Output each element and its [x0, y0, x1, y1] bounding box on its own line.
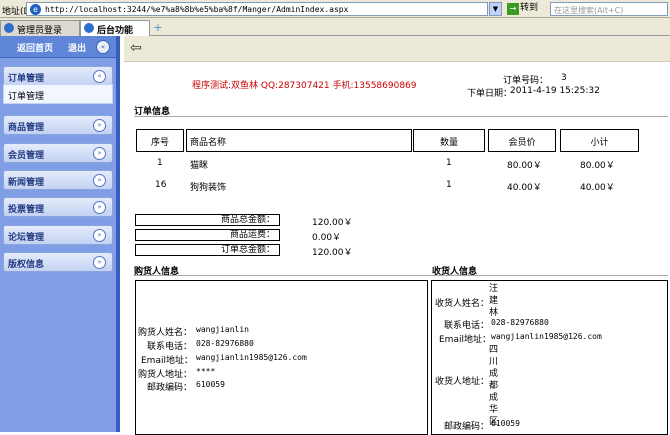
menu-label: 会员管理: [8, 151, 45, 161]
buyer-name-label: 购货人姓名：: [138, 328, 193, 338]
menu-product[interactable]: 商品管理 »: [3, 115, 113, 135]
tab-admin-login[interactable]: 管理员登录: [0, 20, 80, 36]
divider: [134, 116, 668, 117]
menu-label: 订单管理: [8, 74, 45, 84]
submenu-label: 订单管理: [8, 92, 45, 102]
receiver-email: wangjianlin1985@126.com: [491, 332, 602, 341]
sidebar-topbar: 返回首页 退出 «: [0, 36, 116, 58]
collapse-icon[interactable]: «: [96, 40, 110, 54]
order-date-label: 下单日期：: [467, 89, 513, 99]
divider: [134, 275, 668, 276]
buyer-zip: 610059: [196, 380, 225, 389]
sidebar: 返回首页 退出 « 订单管理 « 订单管理 商品管理 » 会员管理 » 新闻管理…: [0, 36, 120, 432]
cell-subtotal: 40.00￥: [580, 183, 615, 193]
order-total-value: 120.00￥: [312, 248, 353, 258]
menu-member[interactable]: 会员管理 »: [3, 143, 113, 163]
menu-label: 论坛管理: [8, 233, 45, 243]
col-header-name: 商品名称: [186, 129, 412, 152]
buyer-phone-label: 联系电话：: [147, 342, 193, 352]
cell-subtotal: 80.00￥: [580, 161, 615, 171]
buyer-email: wangjianlin1985@126.com: [196, 353, 307, 362]
receiver-zip: 610059: [491, 419, 520, 428]
col-header-subtotal: 小计: [560, 129, 639, 152]
receiver-name-label: 收货人姓名：: [435, 299, 490, 309]
col-header-no: 序号: [136, 129, 184, 152]
address-bar: 地址(D) e http://localhost:3244/%e7%a8%8b%…: [0, 0, 670, 18]
url-text: http://localhost:3244/%e7%a8%8b%e5%ba%8f…: [45, 5, 349, 14]
url-dropdown-button[interactable]: ▼: [489, 2, 502, 16]
submenu-order-manage[interactable]: 订单管理: [3, 84, 113, 104]
menu-label: 投票管理: [8, 205, 45, 215]
col-header-qty: 数量: [413, 129, 485, 152]
total-goods-label: 商品总金额：: [135, 214, 280, 226]
menu-forum[interactable]: 论坛管理 »: [3, 225, 113, 245]
cell-qty: 1: [446, 180, 452, 190]
contact-info: 程序测试:双鱼林 QQ:287307421 手机:13558690869: [192, 81, 417, 91]
shipping-label: 商品运费：: [135, 229, 280, 241]
receiver-address-label: 收货人地址：: [435, 377, 490, 387]
menu-copyright[interactable]: 版权信息 »: [3, 252, 113, 272]
url-input[interactable]: e http://localhost:3244/%e7%a8%8b%e5%ba%…: [26, 2, 488, 16]
order-total-label: 订单总金额：: [135, 244, 280, 256]
cell-name: 狗狗装饰: [190, 183, 227, 193]
tab-backend[interactable]: 后台功能: [80, 20, 150, 36]
tab-label: 管理员登录: [17, 26, 63, 36]
menu-label: 商品管理: [8, 123, 45, 133]
cell-price: 80.00￥: [507, 161, 542, 171]
col-header-price: 会员价: [488, 129, 556, 152]
back-arrow-icon[interactable]: ⇦: [130, 40, 142, 56]
menu-label: 版权信息: [8, 260, 45, 270]
expand-icon[interactable]: »: [93, 174, 106, 187]
cell-no: 1: [157, 158, 163, 168]
tab-label: 后台功能: [97, 26, 134, 36]
expand-icon[interactable]: »: [93, 119, 106, 132]
search-input[interactable]: 在这里搜索(Alt+C): [550, 2, 668, 16]
receiver-zip-label: 邮政编码：: [444, 422, 490, 432]
search-placeholder: 在这里搜索(Alt+C): [554, 6, 624, 15]
expand-icon[interactable]: »: [93, 201, 106, 214]
expand-icon[interactable]: »: [93, 256, 106, 269]
buyer-address: ****: [196, 367, 216, 376]
receiver-name: 汪建林: [489, 284, 499, 318]
order-number-label: 订单号码：: [503, 76, 549, 86]
ie-tab-icon: [84, 23, 94, 33]
logout-link[interactable]: 退出: [68, 41, 86, 54]
receiver-phone: 028-82976880: [491, 318, 549, 327]
cell-name: 猫眯: [190, 161, 209, 171]
go-button[interactable]: → 转到: [506, 2, 548, 16]
buyer-name: wangjianlin: [196, 325, 249, 334]
shipping-value: 0.00￥: [312, 233, 342, 243]
menu-order[interactable]: 订单管理 «: [3, 66, 113, 86]
toolbar: ⇦: [124, 36, 670, 62]
home-link[interactable]: 返回首页: [17, 41, 53, 54]
cell-price: 40.00￥: [507, 183, 542, 193]
expand-icon[interactable]: »: [93, 147, 106, 160]
menu-vote[interactable]: 投票管理 »: [3, 197, 113, 217]
buyer-zip-label: 邮政编码：: [147, 383, 193, 393]
expand-icon[interactable]: »: [93, 229, 106, 242]
tab-bar: 管理员登录 后台功能 +: [0, 18, 670, 36]
cell-no: 16: [155, 180, 167, 190]
receiver-address: 四川成都成华区: [489, 345, 499, 427]
cell-qty: 1: [446, 158, 452, 168]
buyer-email-label: Email地址：: [141, 356, 193, 366]
ie-page-icon: e: [30, 4, 41, 15]
menu-news[interactable]: 新闻管理 »: [3, 170, 113, 190]
buyer-address-label: 购货人地址：: [138, 370, 193, 380]
order-number: 3: [561, 73, 567, 83]
ie-tab-icon: [4, 23, 14, 33]
receiver-phone-label: 联系电话：: [444, 321, 490, 331]
receiver-email-label: Email地址：: [439, 335, 491, 345]
menu-label: 新闻管理: [8, 178, 45, 188]
total-goods-value: 120.00￥: [312, 218, 353, 228]
buyer-phone: 028-82976880: [196, 339, 254, 348]
order-date: 2011-4-19 15:25:32: [510, 86, 600, 96]
go-label: 转到: [520, 3, 539, 13]
new-tab-icon[interactable]: +: [151, 21, 165, 35]
expand-icon[interactable]: «: [93, 70, 106, 83]
go-arrow-icon: →: [507, 3, 519, 15]
